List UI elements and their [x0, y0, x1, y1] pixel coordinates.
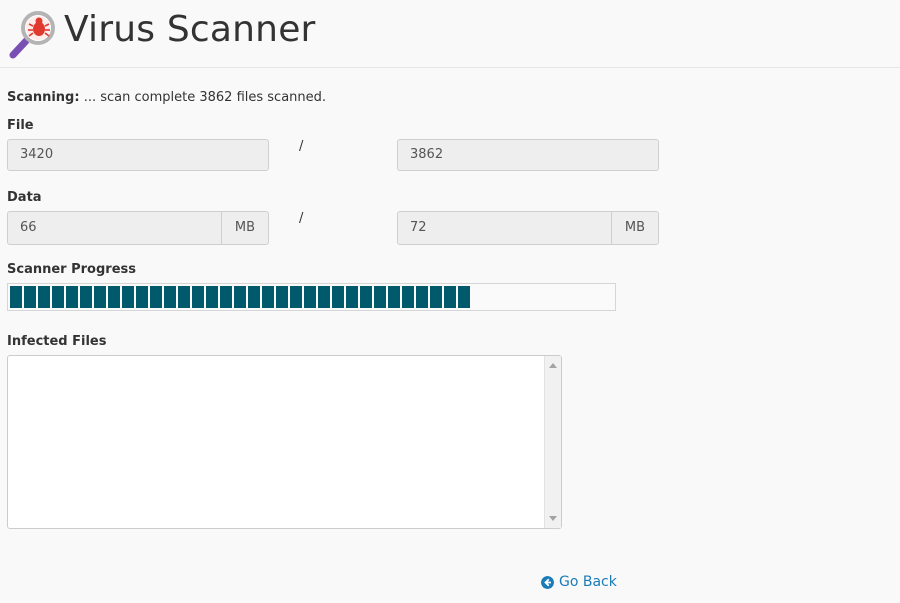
data-separator: /: [299, 211, 304, 226]
progress-segment: [346, 286, 358, 308]
progress-segment: [24, 286, 36, 308]
files-scanned-field[interactable]: 3420: [7, 139, 269, 171]
progress-segment: [164, 286, 176, 308]
go-back-label: Go Back: [559, 574, 617, 590]
progress-segment: [332, 286, 344, 308]
scanner-progress-fill: [10, 286, 613, 308]
progress-segment: [430, 286, 442, 308]
data-total-field[interactable]: 72: [398, 212, 611, 244]
progress-segment: [402, 286, 414, 308]
scan-status-text: ... scan complete 3862 files scanned.: [79, 90, 327, 105]
infected-files-scrollbar[interactable]: [544, 356, 561, 528]
progress-label: Scanner Progress: [7, 262, 136, 277]
go-back-link[interactable]: Go Back: [541, 573, 617, 591]
data-scanned-input-group: 66 MB: [7, 211, 269, 245]
files-total-field[interactable]: 3862: [397, 139, 659, 171]
progress-segment: [178, 286, 190, 308]
progress-segment: [276, 286, 288, 308]
progress-segment: [150, 286, 162, 308]
progress-segment: [108, 286, 120, 308]
progress-segment: [262, 286, 274, 308]
progress-segment: [290, 286, 302, 308]
progress-segment: [122, 286, 134, 308]
infected-files-textarea[interactable]: [7, 355, 562, 529]
progress-segment: [416, 286, 428, 308]
progress-segment: [318, 286, 330, 308]
scroll-up-arrow-icon[interactable]: [549, 363, 557, 368]
data-scanned-field[interactable]: 66: [8, 212, 221, 244]
progress-segment: [192, 286, 204, 308]
progress-segment: [444, 286, 456, 308]
progress-segment: [136, 286, 148, 308]
progress-segment: [206, 286, 218, 308]
data-total-input-group: 72 MB: [397, 211, 659, 245]
data-scanned-unit: MB: [221, 212, 268, 244]
arrow-circle-left-icon: [541, 575, 554, 589]
magnifier-bug-icon: [9, 11, 55, 59]
progress-segment: [458, 286, 470, 308]
progress-segment: [10, 286, 22, 308]
progress-segment: [374, 286, 386, 308]
page-header: Virus Scanner: [0, 0, 900, 68]
progress-segment: [220, 286, 232, 308]
data-label: Data: [7, 190, 42, 205]
progress-segment: [360, 286, 372, 308]
progress-segment: [66, 286, 78, 308]
progress-segment: [234, 286, 246, 308]
scroll-down-arrow-icon[interactable]: [549, 516, 557, 521]
file-separator: /: [299, 139, 304, 154]
progress-segment: [388, 286, 400, 308]
page-title: Virus Scanner: [64, 9, 316, 50]
progress-segment: [80, 286, 92, 308]
data-total-unit: MB: [611, 212, 658, 244]
progress-segment: [38, 286, 50, 308]
scanner-progress-bar: [7, 283, 616, 311]
progress-segment: [304, 286, 316, 308]
scan-status: Scanning: ... scan complete 3862 files s…: [7, 89, 326, 106]
progress-segment: [52, 286, 64, 308]
progress-segment: [94, 286, 106, 308]
infected-files-label: Infected Files: [7, 334, 107, 349]
progress-segment: [248, 286, 260, 308]
file-label: File: [7, 118, 34, 133]
scan-status-label: Scanning:: [7, 90, 80, 105]
